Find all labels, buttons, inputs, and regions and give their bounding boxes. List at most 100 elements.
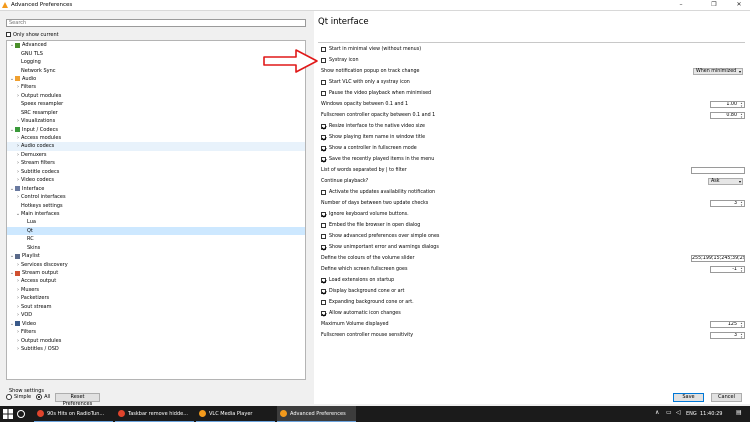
tree-item-access-output[interactable]: › Access output: [7, 277, 305, 285]
notifications-icon[interactable]: ▤: [736, 409, 742, 416]
tree-item-playlist[interactable]: ⌄ Playlist: [7, 252, 305, 260]
tree-item-video-codecs[interactable]: › Video codecs: [7, 176, 305, 184]
checkbox-activate-the-updates-availability-notifi[interactable]: [321, 190, 326, 195]
all-radio[interactable]: [36, 394, 43, 400]
reset-preferences-button[interactable]: Reset Preferences: [55, 393, 100, 407]
tree-item-subtitle-codecs[interactable]: › Subtitle codecs: [7, 168, 305, 176]
spinner-arrows-icon[interactable]: ▴ ▾: [739, 102, 744, 107]
taskbar-button-3[interactable]: VLC Media Player: [196, 406, 275, 422]
clock[interactable]: 11:40:29: [700, 411, 722, 417]
checkbox-show-unimportant-error-and-warnings-dial[interactable]: [321, 245, 326, 250]
checkbox-start-vlc-with-only-a-systray-icon[interactable]: [321, 80, 326, 85]
checkbox-display-background-cone-or-art[interactable]: [321, 289, 326, 294]
checkbox-resize-interface-to-the-native-video-siz[interactable]: [321, 124, 326, 129]
tree-item-stream-filters[interactable]: › Stream filters: [7, 159, 305, 167]
tree-item-audio[interactable]: ⌄ Audio: [7, 75, 305, 83]
tree-item-subtitles-osd[interactable]: › Subtitles / OSD: [7, 345, 305, 353]
option-load-extensions-on-startup[interactable]: Load extensions on startup: [321, 277, 394, 284]
checkbox-systray-icon[interactable]: [321, 58, 326, 63]
simple-radio[interactable]: [6, 394, 12, 400]
option-pause-the-video-playback-when-minimised[interactable]: Pause the video playback when minimised: [321, 90, 431, 97]
tree-item-audio-codecs[interactable]: › Audio codecs: [7, 142, 305, 151]
tree-item-demuxers[interactable]: › Demuxers: [7, 151, 305, 159]
option-show-advanced-preferences-over-simple-on[interactable]: Show advanced preferences over simple on…: [321, 233, 439, 240]
tree-item-sout-stream[interactable]: › Sout stream: [7, 303, 305, 311]
tree-item-vod[interactable]: › VOD: [7, 311, 305, 319]
option-save-the-recently-played-items-in-the-me[interactable]: Save the recently played items in the me…: [321, 156, 434, 163]
maximize-button[interactable]: ❐: [709, 1, 719, 9]
text-field-list-of-words-separated-by-to-filter[interactable]: [691, 167, 745, 174]
tree-item-logging[interactable]: Logging: [7, 58, 305, 66]
option-activate-the-updates-availability-notifi[interactable]: Activate the updates availability notifi…: [321, 189, 435, 196]
spinner-arrows-icon[interactable]: ▴ ▾: [739, 333, 744, 338]
option-resize-interface-to-the-native-video-siz[interactable]: Resize interface to the native video siz…: [321, 123, 425, 130]
tree-item-rc[interactable]: RC: [7, 235, 305, 243]
only-show-current-option[interactable]: Only show current: [6, 31, 59, 38]
tree-item-muxers[interactable]: › Muxers: [7, 286, 305, 294]
spinner-arrows-icon[interactable]: ▴ ▾: [739, 113, 744, 118]
save-button[interactable]: Save: [673, 393, 704, 402]
number-spinbox-number-of-days-between-two-update-checks[interactable]: 3 ▴ ▾: [710, 200, 745, 207]
close-button[interactable]: ✕: [734, 1, 744, 9]
tree-item-main-interfaces[interactable]: ⌄ Main interfaces: [7, 210, 305, 218]
tree-item-control-interfaces[interactable]: › Control interfaces: [7, 193, 305, 201]
taskbar-button-4[interactable]: Advanced Preferences: [277, 406, 356, 422]
tree-item-packetizers[interactable]: › Packetizers: [7, 294, 305, 302]
checkbox-allow-automatic-icon-changes[interactable]: [321, 311, 326, 316]
tree-item-hotkeys-settings[interactable]: Hotkeys settings: [7, 201, 305, 209]
tree-item-output-modules[interactable]: › Output modules: [7, 336, 305, 344]
tree-item-output-modules[interactable]: › Output modules: [7, 92, 305, 100]
option-display-background-cone-or-art[interactable]: Display background cone or art: [321, 288, 404, 295]
only-show-current-checkbox[interactable]: [6, 32, 11, 37]
number-spinbox-define-which-screen-fullscreen-goes[interactable]: -1 ▴ ▾: [710, 266, 745, 273]
checkbox-save-the-recently-played-items-in-the-me[interactable]: [321, 157, 326, 162]
option-start-vlc-with-only-a-systray-icon[interactable]: Start VLC with only a systray icon: [321, 79, 410, 86]
tree-item-video[interactable]: ⌄ Video: [7, 319, 305, 327]
dropdown-continue-playback[interactable]: Ask ▾: [708, 178, 743, 185]
tree-item-filters[interactable]: › Filters: [7, 328, 305, 336]
option-expanding-background-cone-or-art[interactable]: Expanding background cone or art.: [321, 299, 414, 306]
option-show-unimportant-error-and-warnings-dial[interactable]: Show unimportant error and warnings dial…: [321, 244, 439, 251]
checkbox-load-extensions-on-startup[interactable]: [321, 278, 326, 283]
option-show-a-controller-in-fullscreen-mode[interactable]: Show a controller in fullscreen mode: [321, 145, 417, 152]
tree-item-skins[interactable]: Skins: [7, 244, 305, 252]
option-embed-the-file-browser-in-open-dialog[interactable]: Embed the file browser in open dialog: [321, 222, 420, 229]
number-spinbox-fullscreen-controller-mouse-sensitivity[interactable]: 3 ▴ ▾: [710, 332, 745, 339]
tree-item-network-sync[interactable]: Network Sync: [7, 66, 305, 74]
tree-item-src-resampler[interactable]: SRC resampler: [7, 109, 305, 117]
volume-icon[interactable]: ◁: [676, 409, 681, 416]
option-ignore-keyboard-volume-buttons[interactable]: Ignore keyboard volume buttons.: [321, 211, 409, 218]
checkbox-embed-the-file-browser-in-open-dialog[interactable]: [321, 223, 326, 228]
cancel-button[interactable]: Cancel: [711, 393, 742, 402]
number-spinbox-maximum-volume-displayed[interactable]: 125 ▴ ▾: [710, 321, 745, 328]
taskbar-button-1[interactable]: 90s Hits on RadioTun...: [34, 406, 113, 422]
taskbar-button-2[interactable]: Taskbar remove hidde...: [115, 406, 194, 422]
tree-item-advanced[interactable]: ⌄ Advanced: [7, 41, 305, 49]
spinner-arrows-icon[interactable]: ▴ ▾: [739, 201, 744, 206]
tree-item-visualizations[interactable]: › Visualizations: [7, 117, 305, 125]
checkbox-pause-the-video-playback-when-minimised[interactable]: [321, 91, 326, 96]
search-input[interactable]: [7, 20, 305, 26]
minimize-button[interactable]: –: [676, 1, 686, 9]
number-spinbox-windows-opacity-between-0-1-and-1[interactable]: 1.00 ▴ ▾: [710, 101, 745, 108]
preferences-tree[interactable]: ⌄ Advanced GNU TLS Logging Network Sync ⌄ Audi…: [6, 40, 306, 380]
option-show-playing-item-name-in-window-title[interactable]: Show playing item name in window title: [321, 134, 425, 141]
option-allow-automatic-icon-changes[interactable]: Allow automatic icon changes: [321, 310, 401, 317]
tree-item-qt[interactable]: Qt: [7, 226, 305, 236]
checkbox-show-playing-item-name-in-window-title[interactable]: [321, 135, 326, 140]
tree-item-access-modules[interactable]: › Access modules: [7, 134, 305, 142]
search-icon[interactable]: [17, 410, 25, 418]
tree-item-speex-resampler[interactable]: Speex resampler: [7, 100, 305, 108]
windows-start-icon[interactable]: [3, 409, 13, 419]
dropdown-show-notification-popup-on-track-change[interactable]: When minimized ▾: [693, 68, 743, 75]
spinner-arrows-icon[interactable]: ▴ ▾: [739, 322, 744, 327]
tree-item-services-discovery[interactable]: › Services discovery: [7, 260, 305, 268]
checkbox-ignore-keyboard-volume-buttons[interactable]: [321, 212, 326, 217]
checkbox-start-in-minimal-view-without-menus[interactable]: [321, 47, 326, 52]
tree-item-stream-output[interactable]: ⌄ Stream output: [7, 269, 305, 277]
language-indicator[interactable]: ENG: [686, 411, 697, 417]
tree-item-lua[interactable]: Lua: [7, 218, 305, 226]
network-icon[interactable]: ▭: [666, 409, 672, 416]
tree-item-filters[interactable]: › Filters: [7, 83, 305, 91]
checkbox-show-advanced-preferences-over-simple-on[interactable]: [321, 234, 326, 239]
